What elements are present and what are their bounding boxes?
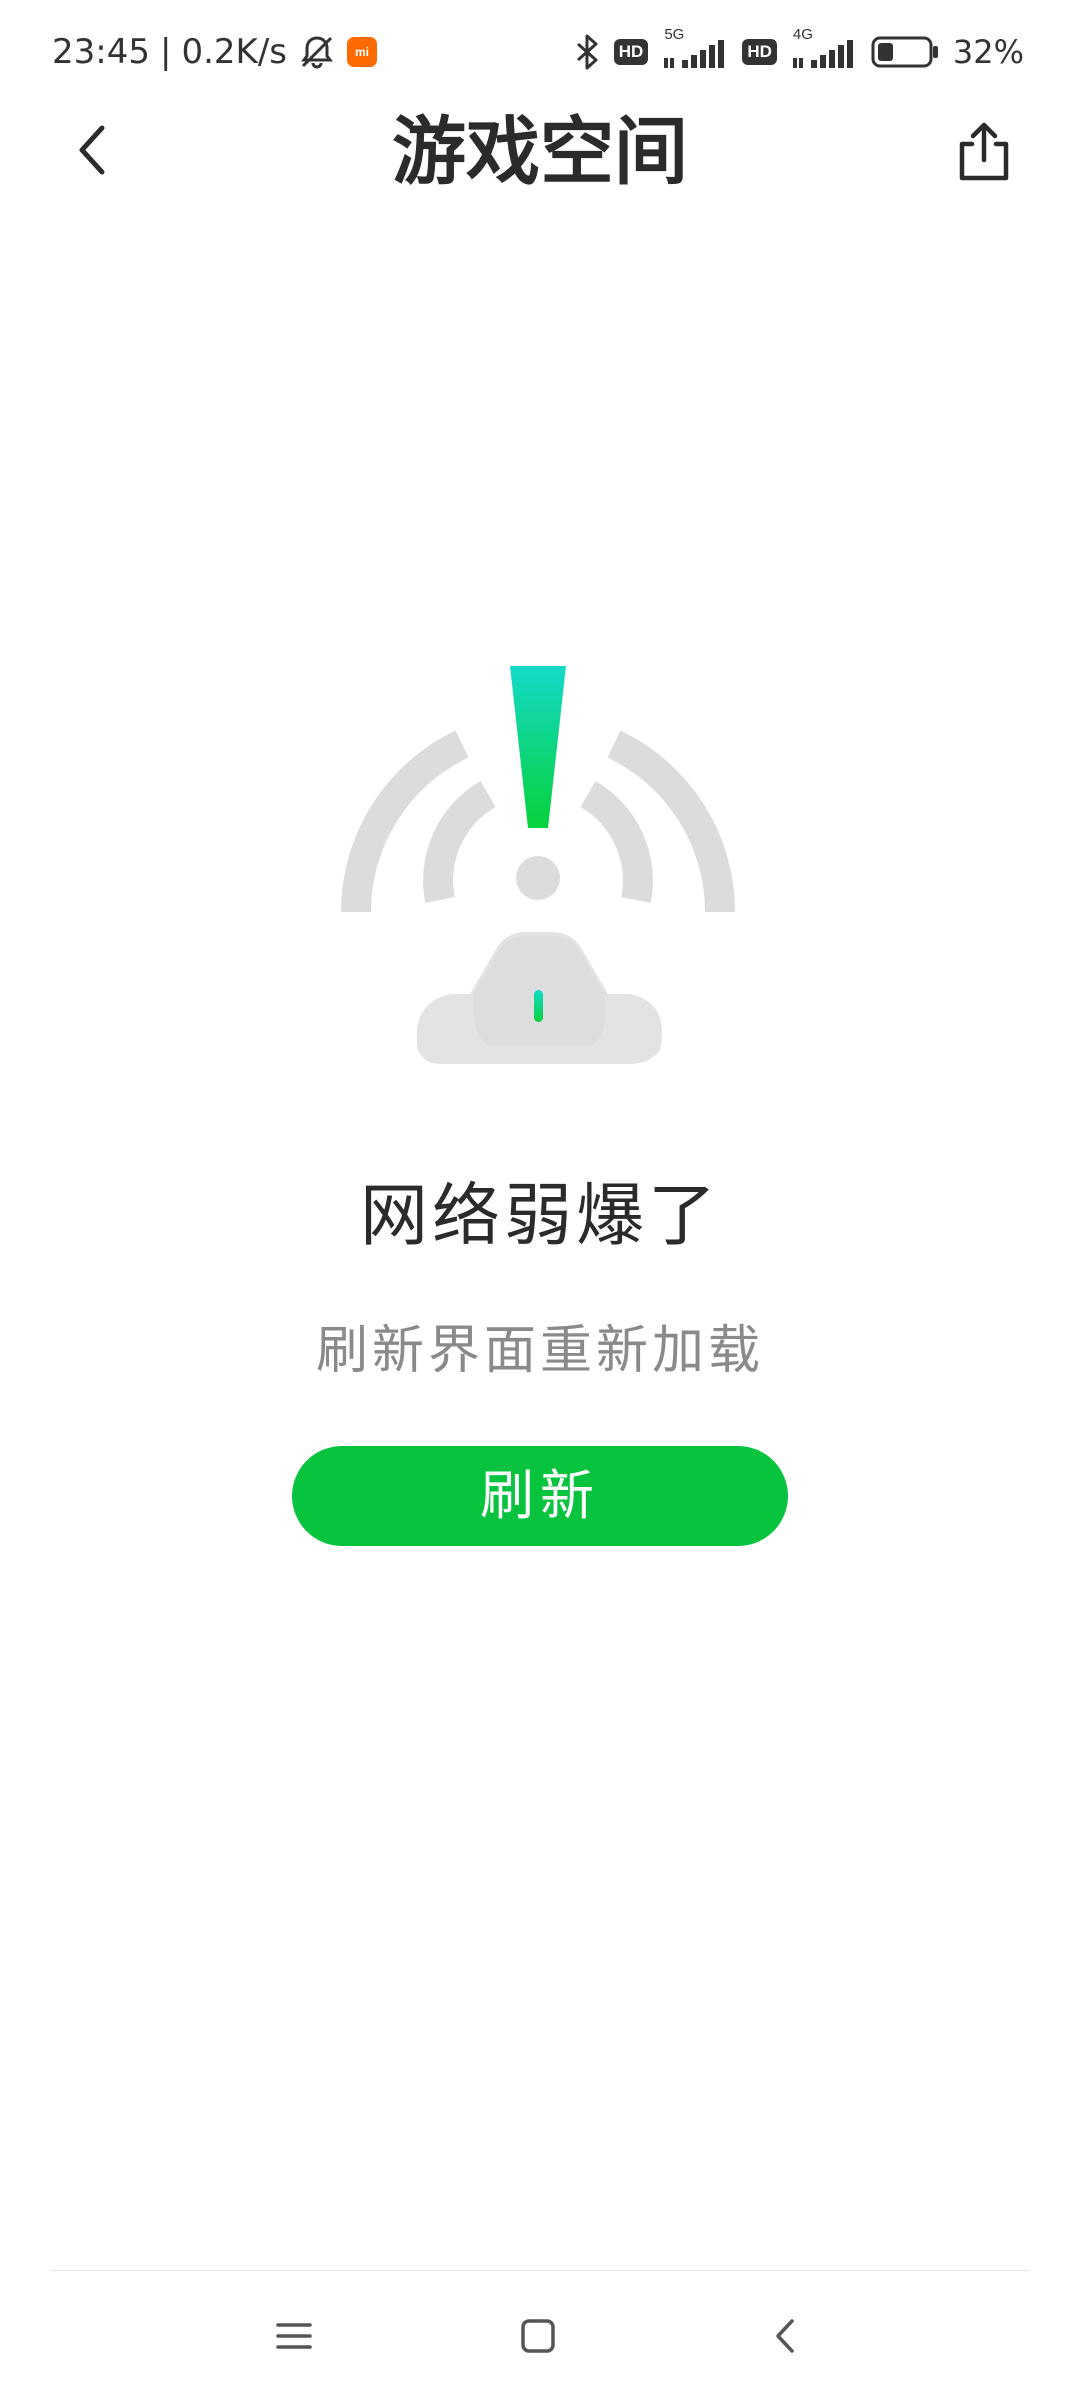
bluetooth-icon — [572, 32, 602, 72]
signal-4g-icon: 4G — [789, 26, 859, 72]
share-icon — [954, 120, 1014, 188]
nav-back-button[interactable] — [756, 2308, 816, 2368]
status-separator: | — [159, 32, 172, 72]
menu-button[interactable] — [264, 2308, 324, 2368]
status-time: 23:45 — [52, 32, 150, 72]
status-bar-left: 23:45 | 0.2K/s mi — [52, 30, 377, 74]
header: 游戏空间 — [0, 104, 1080, 200]
mi-app-icon: mi — [347, 37, 377, 67]
weak-signal-antenna-icon — [330, 650, 750, 1080]
back-icon — [766, 2316, 806, 2360]
network-speed: 0.2K/s — [181, 32, 287, 72]
nav-bar — [0, 2290, 1080, 2382]
hd-icon: HD — [742, 39, 777, 65]
share-button[interactable] — [948, 118, 1020, 190]
status-bar: 23:45 | 0.2K/s mi HD 5G HD 4G 32% — [0, 0, 1080, 104]
battery-icon — [871, 34, 941, 70]
nav-divider — [50, 2270, 1030, 2271]
mute-bell-icon — [297, 32, 337, 72]
refresh-button[interactable]: 刷新 — [292, 1446, 788, 1546]
page-title: 游戏空间 — [392, 109, 688, 195]
menu-icon — [274, 2316, 314, 2360]
home-button[interactable] — [508, 2308, 568, 2368]
signal-5g-icon: 5G — [660, 26, 730, 72]
status-bar-right: HD 5G HD 4G 32% — [572, 26, 1024, 74]
hd-icon: HD — [613, 39, 649, 65]
error-title: 网络弱爆了 — [359, 1177, 720, 1256]
error-subtitle: 刷新界面重新加载 — [315, 1321, 764, 1381]
home-icon — [518, 2316, 558, 2360]
battery-percent: 32% — [952, 33, 1024, 71]
